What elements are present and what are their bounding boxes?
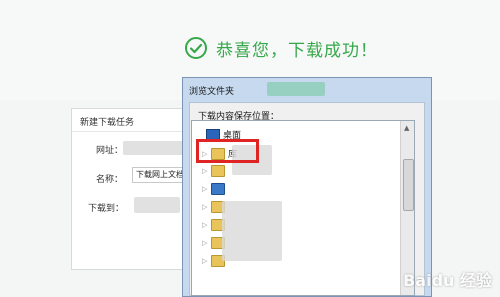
url-label: 网址：: [96, 146, 124, 156]
dialog-title: 新建下载任务: [80, 118, 135, 128]
save-to-label: 下载到：: [88, 204, 125, 214]
divider: [72, 131, 192, 132]
expand-arrow-icon[interactable]: ▷: [202, 239, 211, 247]
download-success-banner: 恭喜您，下载成功！: [184, 34, 378, 62]
expand-arrow-icon[interactable]: ▷: [202, 185, 211, 193]
success-message: 恭喜您，下载成功！: [216, 40, 378, 61]
blurred-region: [222, 201, 282, 261]
scroll-up-icon[interactable]: ▲: [404, 124, 409, 132]
expand-arrow-icon[interactable]: ▷: [202, 167, 211, 175]
expand-arrow-icon[interactable]: ▷: [202, 221, 211, 229]
folder-icon: [211, 165, 225, 177]
blurred-button: [267, 82, 325, 96]
network-icon: [211, 183, 225, 195]
annotation-highlight-box: [196, 139, 259, 163]
check-circle-icon: [185, 37, 207, 59]
new-download-task-dialog: 新建下载任务 网址： 名称： 下载网上文档 下载到：: [71, 108, 193, 270]
save-path-field-blurred[interactable]: [134, 197, 180, 213]
expand-arrow-icon[interactable]: ▷: [202, 203, 211, 211]
tree-item[interactable]: ▷: [202, 183, 225, 195]
watermark: Baidu 经验: [403, 271, 492, 290]
browse-dialog-title: 浏览文件夹: [189, 87, 235, 97]
expand-arrow-icon[interactable]: ▷: [202, 257, 211, 265]
browse-folder-dialog: 浏览文件夹 下载内容保存位置： 桌面 ▷ 库 ▷ ▷ ▷ ▷ ▷ ▷ ▲: [182, 77, 432, 297]
name-label: 名称：: [96, 175, 124, 185]
scrollbar-thumb[interactable]: [403, 159, 414, 211]
url-field-blurred[interactable]: [123, 141, 183, 155]
tree-item[interactable]: ▷: [202, 165, 225, 177]
